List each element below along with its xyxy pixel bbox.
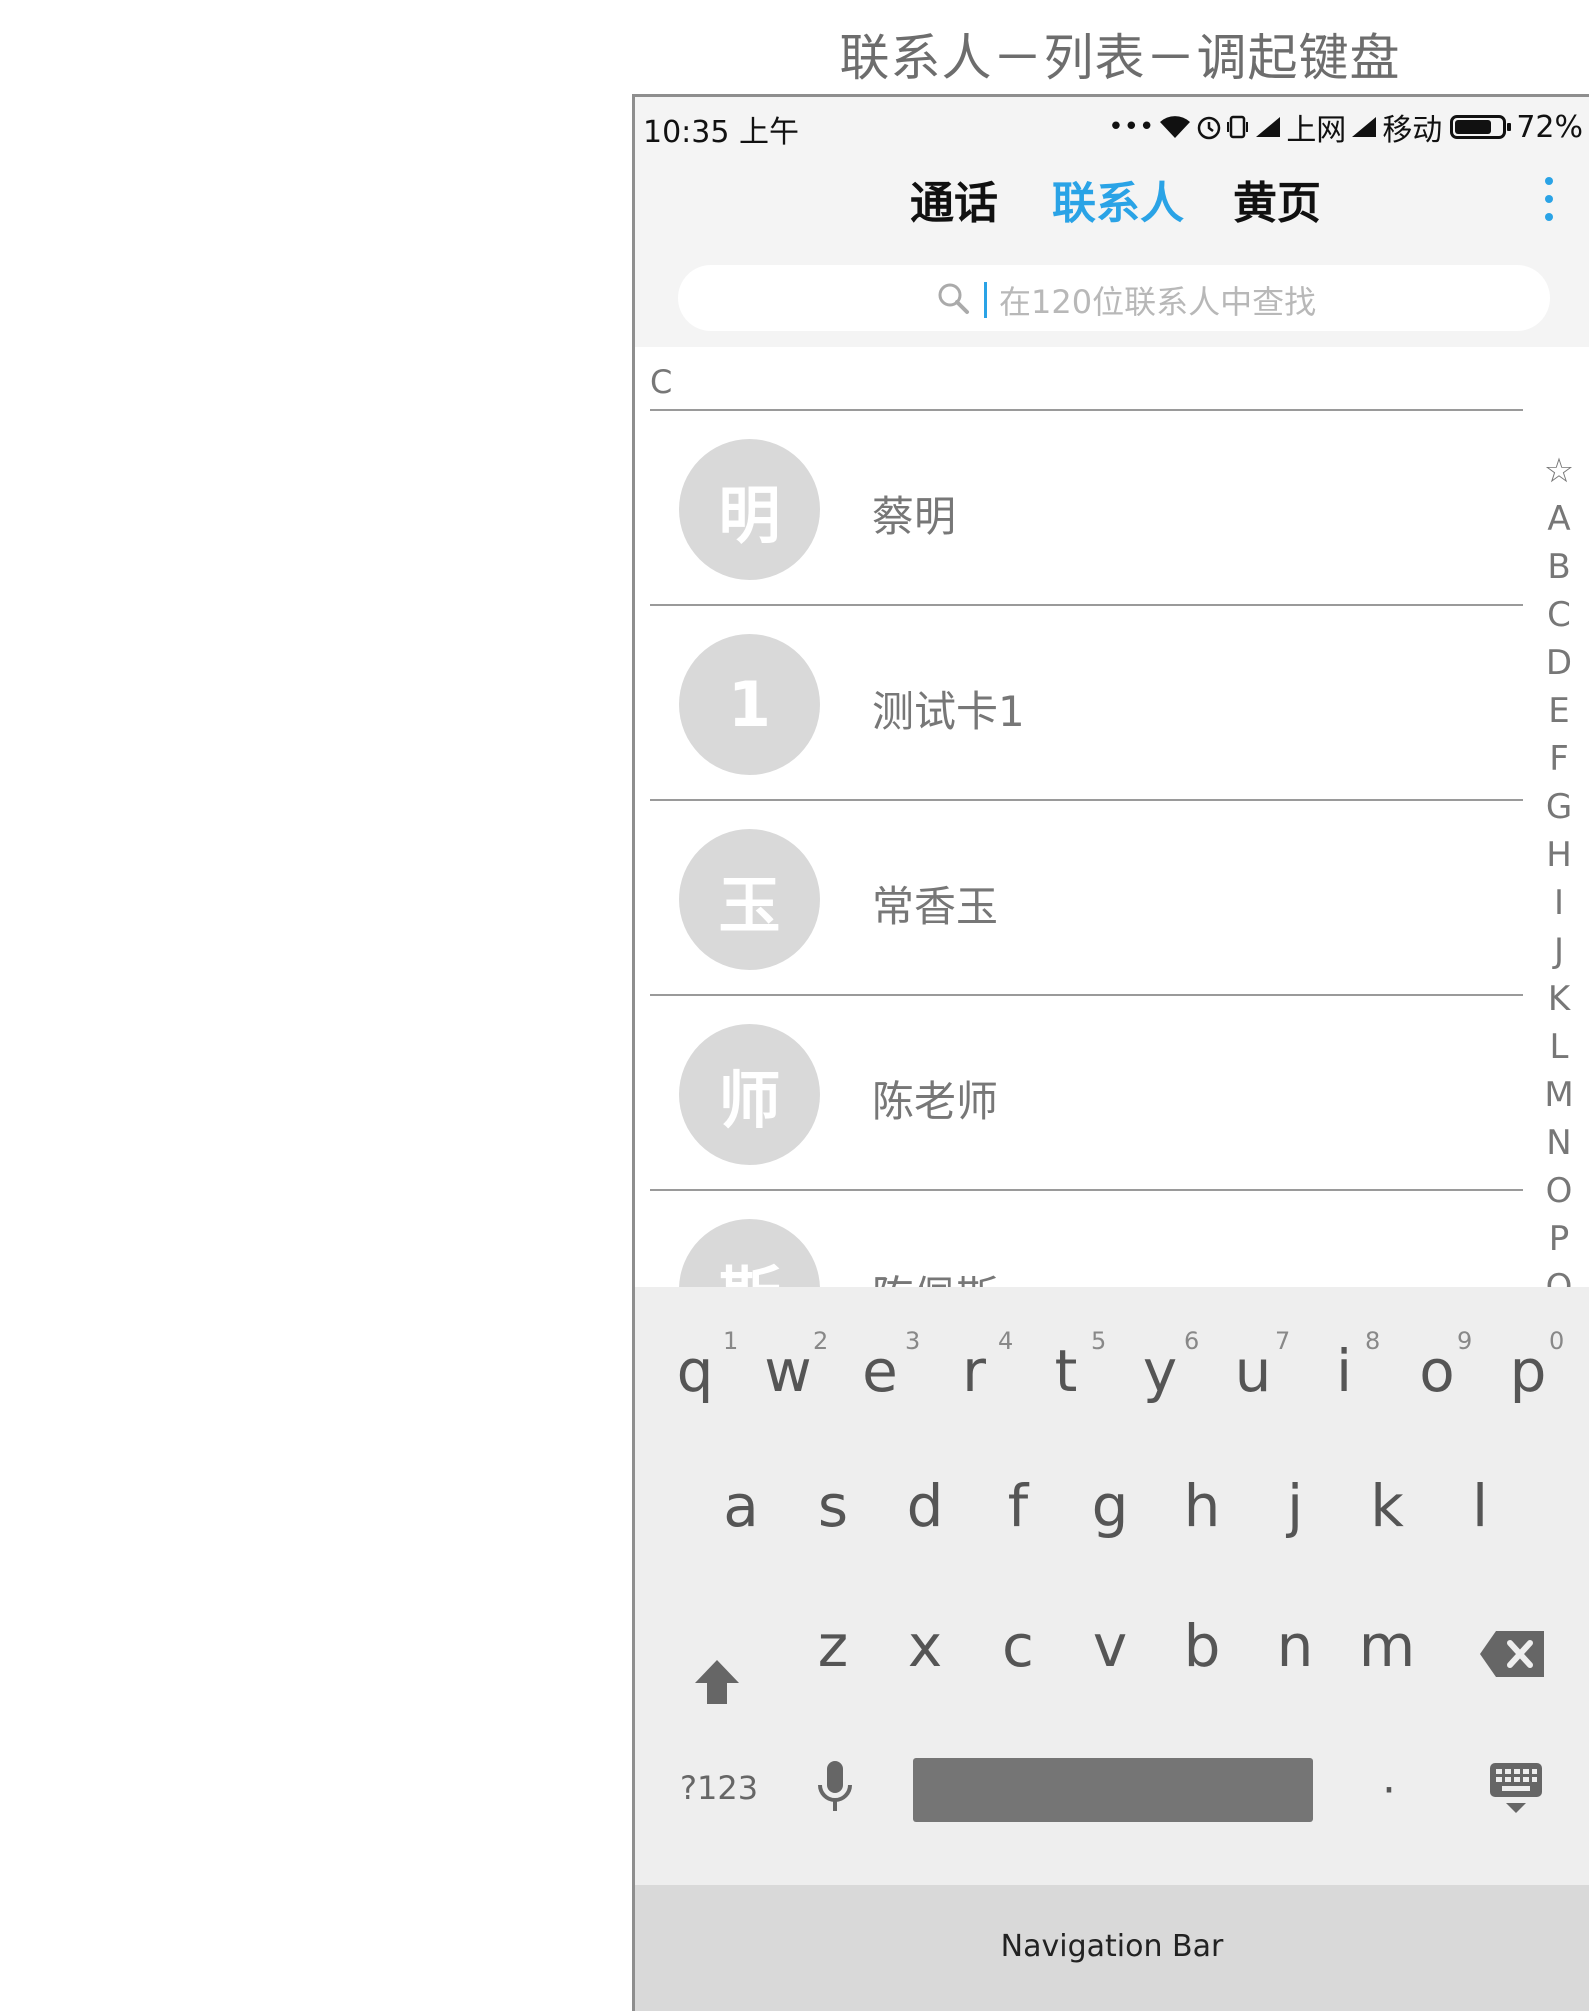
search-icon xyxy=(936,281,970,319)
key-h[interactable]: h xyxy=(1167,1472,1237,1540)
index-item[interactable]: N xyxy=(1535,1119,1583,1167)
key-z[interactable]: z xyxy=(798,1612,868,1680)
key-s[interactable]: s xyxy=(798,1472,868,1540)
index-item[interactable]: L xyxy=(1535,1023,1583,1071)
symbols-key[interactable]: ?123 xyxy=(680,1769,758,1807)
period-key[interactable]: · xyxy=(1382,1765,1396,1816)
key-hint: 1 xyxy=(723,1327,739,1355)
signal-icon-2 xyxy=(1350,115,1378,139)
battery-percent: 72% xyxy=(1516,109,1583,145)
status-bar: 10:35 上午 ••• 上网 移动 72% xyxy=(635,97,1589,155)
status-time: 10:35 上午 xyxy=(643,115,799,150)
index-item[interactable]: K xyxy=(1535,975,1583,1023)
index-item[interactable]: I xyxy=(1535,879,1583,927)
avatar: 师 xyxy=(679,1024,820,1165)
key-hint: 2 xyxy=(813,1327,829,1355)
index-item[interactable]: O xyxy=(1535,1167,1583,1215)
status-icons: ••• 上网 移动 72% xyxy=(1108,105,1583,149)
key-hint: 4 xyxy=(998,1327,1014,1355)
key-q[interactable]: q xyxy=(660,1337,730,1405)
key-f[interactable]: f xyxy=(983,1472,1053,1540)
key-v[interactable]: v xyxy=(1075,1612,1145,1680)
section-header: C xyxy=(650,363,673,401)
key-n[interactable]: n xyxy=(1260,1612,1330,1680)
index-item[interactable]: P xyxy=(1535,1215,1583,1263)
text-cursor xyxy=(984,282,987,318)
index-item[interactable]: C xyxy=(1535,591,1583,639)
key-hint: 3 xyxy=(905,1327,921,1355)
network-label-2: 移动 xyxy=(1382,113,1443,148)
shift-key-icon[interactable] xyxy=(692,1657,742,1711)
key-hint: 0 xyxy=(1549,1327,1565,1355)
avatar: 玉 xyxy=(679,829,820,970)
avatar: 斯 xyxy=(679,1219,820,1287)
contact-row[interactable]: 玉 常香玉 xyxy=(635,801,1525,996)
contact-row[interactable]: 明 蔡明 xyxy=(635,411,1525,606)
key-b[interactable]: b xyxy=(1167,1612,1237,1680)
vibrate-icon xyxy=(1226,114,1250,140)
key-c[interactable]: c xyxy=(983,1612,1053,1680)
index-item[interactable]: A xyxy=(1535,495,1583,543)
phone-screen: 10:35 上午 ••• 上网 移动 72% 通话 联系人 黄页 在120位联系… xyxy=(632,94,1589,2011)
key-d[interactable]: d xyxy=(890,1472,960,1540)
contact-name: 陈老师 xyxy=(872,1077,999,1126)
microphone-icon[interactable] xyxy=(815,1759,855,1819)
tab-contacts[interactable]: 联系人 xyxy=(1052,167,1184,231)
contact-row[interactable]: 1 测试卡1 xyxy=(635,606,1525,801)
key-hint: 6 xyxy=(1184,1327,1200,1355)
key-a[interactable]: a xyxy=(706,1472,776,1540)
avatar: 明 xyxy=(679,439,820,580)
index-item[interactable]: G xyxy=(1535,783,1583,831)
tab-calls[interactable]: 通话 xyxy=(910,167,998,231)
contact-row[interactable]: 师 陈老师 xyxy=(635,996,1525,1191)
network-label-1: 上网 xyxy=(1286,113,1347,148)
key-k[interactable]: k xyxy=(1352,1472,1422,1540)
key-m[interactable]: m xyxy=(1352,1612,1422,1680)
navigation-bar-label: Navigation Bar xyxy=(1000,1929,1224,1964)
keyboard-hide-icon[interactable] xyxy=(1488,1761,1544,1819)
key-g[interactable]: g xyxy=(1075,1472,1145,1540)
index-item[interactable]: Q xyxy=(1535,1263,1583,1287)
search-input[interactable]: 在120位联系人中查找 xyxy=(678,265,1550,331)
page-title: 联系人－列表－调起键盘 xyxy=(839,29,1401,87)
key-hint: 5 xyxy=(1091,1327,1107,1355)
index-item[interactable]: ☆ xyxy=(1535,447,1583,495)
key-j[interactable]: j xyxy=(1260,1472,1330,1540)
navigation-bar: Navigation Bar xyxy=(635,1885,1589,2011)
contact-name: 测试卡1 xyxy=(872,687,1025,736)
backspace-key-icon[interactable] xyxy=(1480,1631,1546,1681)
index-item[interactable]: H xyxy=(1535,831,1583,879)
battery-icon xyxy=(1450,115,1512,139)
soft-keyboard: q 1 w 2 e 3 r 4 t 5 y 6 u 7 i 8 o 9 p 0 … xyxy=(635,1287,1589,1885)
search-placeholder: 在120位联系人中查找 xyxy=(999,283,1317,321)
index-item[interactable]: M xyxy=(1535,1071,1583,1119)
contact-name: 蔡明 xyxy=(872,492,957,541)
contact-list[interactable]: C 明 蔡明 1 测试卡1 玉 常香玉 师 陈老师 斯 陈佩斯 ☆ A xyxy=(635,347,1589,1287)
more-menu-icon[interactable] xyxy=(1545,177,1555,223)
contact-name: 陈佩斯 xyxy=(872,1263,998,1287)
signal-icon-1 xyxy=(1254,115,1282,139)
contact-name: 常香玉 xyxy=(872,882,999,931)
key-x[interactable]: x xyxy=(890,1612,960,1680)
index-item[interactable]: F xyxy=(1535,735,1583,783)
index-item[interactable]: E xyxy=(1535,687,1583,735)
tab-yellow-pages[interactable]: 黄页 xyxy=(1233,167,1321,231)
space-bar[interactable] xyxy=(913,1758,1313,1822)
wifi-icon xyxy=(1158,114,1192,140)
key-hint: 9 xyxy=(1457,1327,1473,1355)
contact-row[interactable]: 斯 陈佩斯 xyxy=(635,1191,1525,1287)
avatar: 1 xyxy=(679,634,820,775)
index-item[interactable]: B xyxy=(1535,543,1583,591)
index-item[interactable]: J xyxy=(1535,927,1583,975)
more-notifications-icon: ••• xyxy=(1108,112,1155,142)
alphabet-index[interactable]: ☆ A B C D E F G H I J K L M N O P Q xyxy=(1535,447,1583,1287)
tab-bar: 通话 联系人 黄页 xyxy=(635,167,1589,247)
key-hint: 8 xyxy=(1365,1327,1381,1355)
alarm-icon xyxy=(1196,114,1222,140)
key-l[interactable]: l xyxy=(1445,1472,1515,1540)
key-hint: 7 xyxy=(1275,1327,1291,1355)
index-item[interactable]: D xyxy=(1535,639,1583,687)
